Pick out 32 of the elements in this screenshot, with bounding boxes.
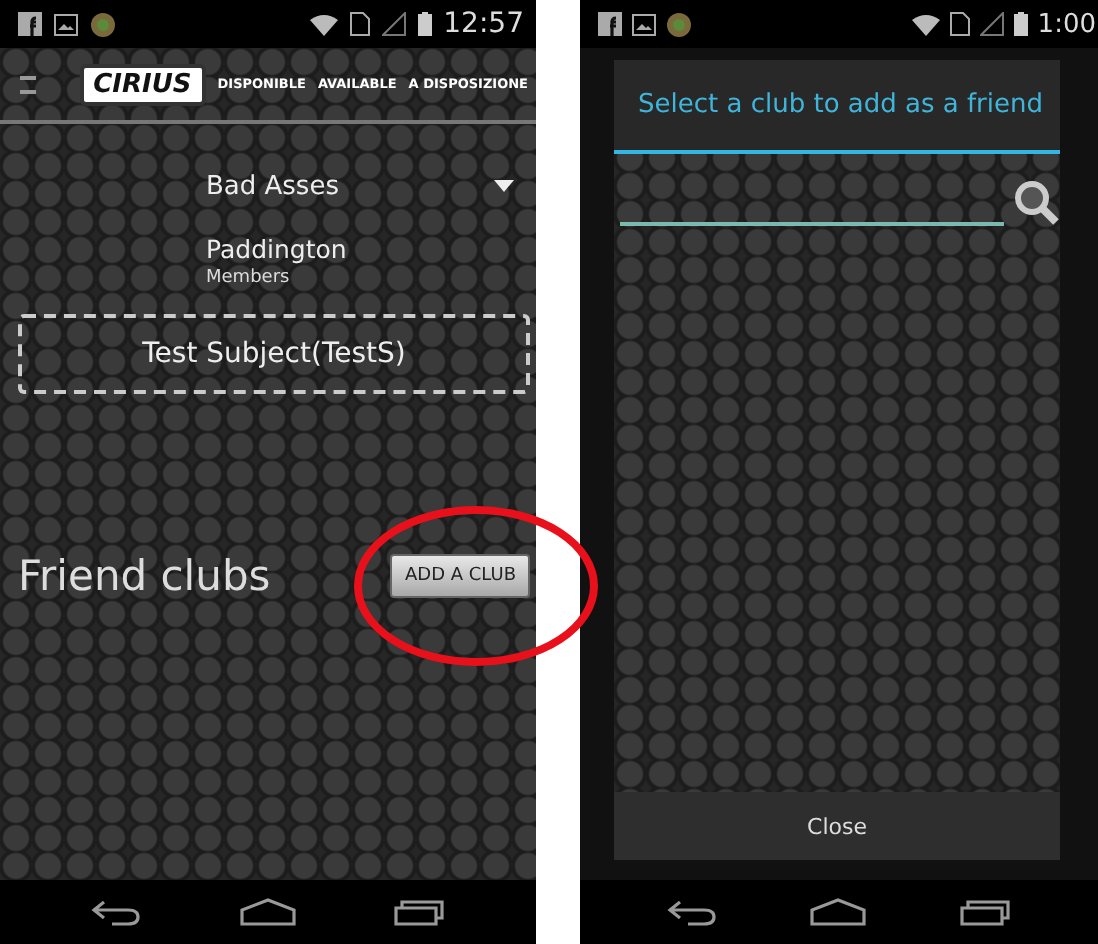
signal-icon	[979, 12, 1004, 36]
app-badge-icon	[666, 11, 692, 37]
image-icon	[54, 13, 78, 35]
status-time: 1:00	[1037, 9, 1096, 39]
app-badge-icon	[90, 11, 116, 37]
brand-logo: CIRIUS	[79, 63, 206, 105]
dialog-title: Select a club to add as a friend	[614, 60, 1060, 154]
sim-icon	[349, 12, 370, 36]
club-dropdown[interactable]: Bad Asses	[18, 162, 530, 210]
member-item[interactable]: Test Subject(TestS)	[18, 314, 530, 394]
back-icon[interactable]	[89, 898, 142, 926]
back-icon[interactable]	[666, 898, 719, 926]
recent-apps-icon[interactable]	[394, 898, 447, 926]
add-club-button[interactable]: ADD A CLUB	[390, 554, 530, 598]
members-label: Members	[204, 268, 292, 288]
menu-icon[interactable]	[20, 75, 36, 93]
close-button[interactable]: Close	[614, 792, 1060, 860]
recent-apps-icon[interactable]	[959, 898, 1012, 926]
battery-icon	[417, 12, 432, 36]
home-icon[interactable]	[810, 898, 867, 926]
sim-icon	[949, 12, 970, 36]
status-time: 12:57	[443, 8, 524, 40]
friend-clubs-heading: Friend clubs	[18, 552, 271, 600]
battery-icon	[1013, 12, 1028, 36]
wifi-icon	[911, 13, 940, 35]
wifi-icon	[309, 13, 338, 35]
search-icon[interactable]	[1012, 178, 1060, 226]
image-icon	[632, 13, 656, 35]
home-icon[interactable]	[239, 898, 296, 926]
signal-icon	[381, 12, 406, 36]
club-location: Paddington	[204, 234, 349, 264]
dropdown-caret-icon	[494, 180, 514, 192]
